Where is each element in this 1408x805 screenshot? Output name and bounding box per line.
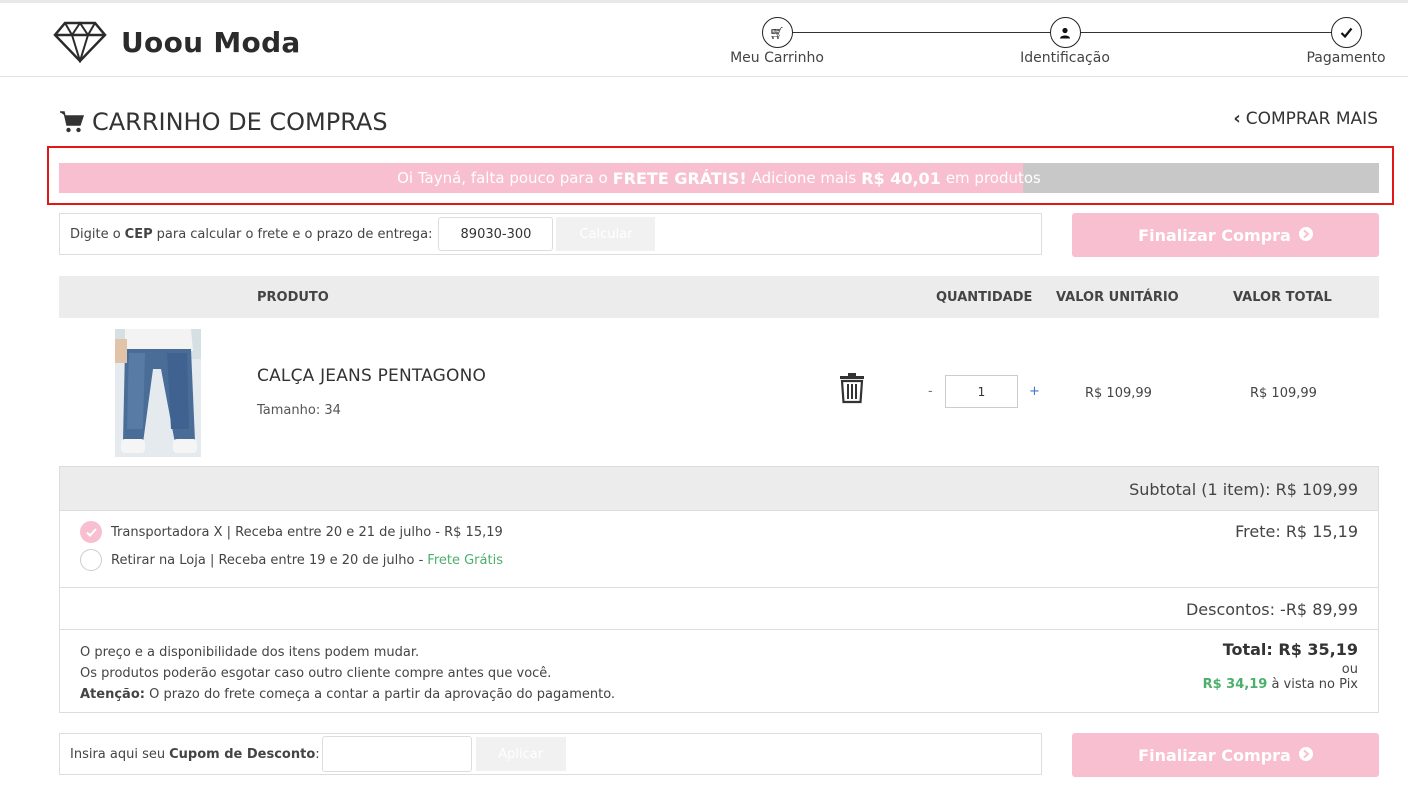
radio-checked-icon[interactable] [80, 521, 102, 543]
discounts-value: Descontos: -R$ 89,99 [1185, 600, 1358, 619]
order-notes: O preço e a disponibilidade dos itens po… [80, 642, 615, 705]
or-label: ou [1341, 662, 1358, 677]
quantity-increase-button[interactable]: + [1029, 384, 1040, 399]
brand-name: Uoou Moda [121, 25, 301, 59]
cep-label-after: para calcular o frete e o prazo de entre… [156, 226, 433, 242]
product-name[interactable]: CALÇA JEANS PENTAGONO [257, 366, 486, 386]
quantity-input[interactable] [945, 375, 1018, 408]
header-valor-total: VALOR TOTAL [1233, 290, 1332, 305]
step-label: Meu Carrinho [730, 50, 824, 66]
aplicar-button[interactable]: Aplicar [475, 737, 566, 771]
item-total-price: R$ 109,99 [1250, 386, 1317, 401]
note-line: Os produtos poderão esgotar caso outro c… [80, 666, 552, 681]
coupon-label-after: : [315, 746, 320, 762]
product-size: Tamanho: 34 [257, 403, 341, 418]
check-icon [1330, 17, 1362, 48]
shipping-bold-1: FRETE GRÁTIS! [612, 168, 747, 188]
pix-value: R$ 34,19 [1202, 677, 1268, 692]
comprar-mais-link[interactable]: ‹ COMPRAR MAIS [1233, 108, 1378, 129]
order-summary: Subtotal (1 item): R$ 109,99 Transportad… [59, 466, 1379, 713]
page-title-text: CARRINHO DE COMPRAS [92, 108, 388, 136]
header-quantidade: QUANTIDADE [936, 290, 1033, 305]
frete-value: Frete: R$ 15,19 [1235, 522, 1358, 541]
chevron-left-icon: ‹ [1233, 108, 1241, 129]
step-label: Identificação [1020, 50, 1110, 66]
shipping-option-retirar-loja[interactable]: Retirar na Loja | Receba entre 19 e 20 d… [80, 549, 503, 571]
header-produto: PRODUTO [257, 290, 329, 305]
checkout-steps: 🛒︎ Meu Carrinho Identificação Pagamento [725, 17, 1395, 72]
calcular-button[interactable]: Calcular [556, 217, 656, 251]
subtotal-row: Subtotal (1 item): R$ 109,99 [60, 467, 1378, 511]
diamond-icon [53, 21, 107, 63]
free-shipping-bar: Oi Tayná, falta pouco para o FRETE GRÁTI… [59, 163, 1379, 193]
finalizar-label: Finalizar Compra [1138, 745, 1291, 765]
shipping-text-2: Adicione mais [751, 169, 857, 187]
page-title: CARRINHO DE COMPRAS [59, 108, 388, 136]
brand-logo[interactable]: Uoou Moda [53, 21, 301, 63]
finalizar-label: Finalizar Compra [1138, 225, 1291, 245]
free-shipping-message: Oi Tayná, falta pouco para o FRETE GRÁTI… [59, 163, 1379, 193]
shipping-text-3: em produtos [945, 169, 1041, 187]
frete-gratis-label: Frete Grátis [427, 552, 503, 568]
shipping-option-label: Transportadora X | Receba entre 20 e 21 … [111, 524, 503, 540]
header: Uoou Moda 🛒︎ Meu Carrinho Identificação … [0, 0, 1408, 77]
product-image[interactable] [115, 329, 201, 457]
note-line: O preço e a disponibilidade dos itens po… [80, 645, 420, 660]
shipping-bold-2: R$ 40,01 [861, 168, 941, 188]
total-block: Total: R$ 35,19 ou R$ 34,19 à vista no P… [1203, 640, 1358, 692]
radio-unchecked-icon[interactable] [80, 549, 102, 571]
attention-text: O prazo do frete começa a contar a parti… [149, 687, 616, 702]
shipping-option-label: Retirar na Loja | Receba entre 19 e 20 d… [111, 552, 424, 568]
finalizar-compra-button[interactable]: Finalizar Compra [1072, 213, 1379, 257]
step-label: Pagamento [1306, 50, 1386, 66]
pix-price: R$ 34,19 à vista no Pix [1203, 677, 1358, 692]
shipping-text-1: Oi Tayná, falta pouco para o [397, 169, 608, 187]
comprar-mais-label: COMPRAR MAIS [1245, 108, 1378, 129]
pix-text: à vista no Pix [1271, 677, 1358, 692]
arrow-right-icon [1298, 226, 1313, 245]
attention-label: Atenção: [80, 687, 145, 702]
quantity-decrease-button[interactable]: - [928, 384, 933, 399]
shipping-option-transportadora[interactable]: Transportadora X | Receba entre 20 e 21 … [80, 521, 503, 543]
coupon-form: Insira aqui seu Cupom de Desconto : Apli… [59, 733, 1042, 775]
step-meu-carrinho[interactable]: 🛒︎ Meu Carrinho [725, 17, 829, 66]
subtotal-value: Subtotal (1 item): R$ 109,99 [1129, 480, 1358, 499]
header-valor-unitario: VALOR UNITÁRIO [1056, 290, 1179, 305]
step-pagamento[interactable]: Pagamento [1301, 17, 1391, 66]
cep-label-bold: CEP [124, 226, 153, 242]
attention-note: Atenção: O prazo do frete começa a conta… [80, 684, 615, 705]
arrow-right-icon [1298, 746, 1313, 765]
discounts-row: Descontos: -R$ 89,99 [60, 588, 1378, 630]
coupon-label-bold: Cupom de Desconto [169, 746, 316, 762]
trash-icon[interactable] [838, 372, 866, 404]
cart-icon: 🛒︎ [761, 17, 793, 48]
order-total: Total: R$ 35,19 [1222, 640, 1358, 659]
unit-price: R$ 109,99 [1085, 386, 1152, 401]
step-identificacao[interactable]: Identificação [1015, 17, 1115, 66]
shipping-options: Transportadora X | Receba entre 20 e 21 … [60, 511, 1378, 588]
cep-input[interactable] [438, 217, 554, 251]
cart-table-header: PRODUTO QUANTIDADE VALOR UNITÁRIO VALOR … [59, 276, 1379, 318]
user-icon [1049, 17, 1081, 48]
coupon-input[interactable] [321, 736, 472, 772]
cep-calculator: Digite o CEP para calcular o frete e o p… [59, 213, 1042, 255]
shopping-cart-icon [60, 111, 85, 133]
finalizar-compra-button-bottom[interactable]: Finalizar Compra [1072, 733, 1379, 777]
cep-label-before: Digite o [70, 226, 121, 242]
coupon-label-before: Insira aqui seu [70, 746, 166, 762]
